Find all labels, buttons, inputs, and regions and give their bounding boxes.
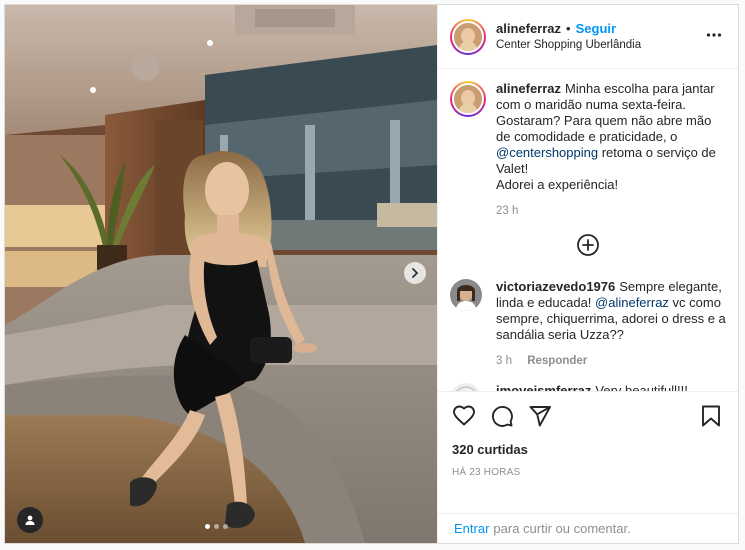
- caption: alineferraz Minha escolha para jantar com…: [450, 81, 726, 219]
- caption-time[interactable]: 23 h: [496, 205, 518, 217]
- comment-avatar[interactable]: [450, 383, 482, 391]
- carousel-dot: [223, 524, 228, 529]
- comment: victoriazevedo1976 Sempre elegante, linda…: [450, 279, 726, 369]
- carousel-indicator: [205, 524, 228, 529]
- comment-icon: [491, 405, 513, 427]
- comment-time[interactable]: 3 h: [496, 355, 512, 367]
- save-button[interactable]: [700, 404, 722, 428]
- user-icon: [25, 515, 35, 525]
- separator-bullet: •: [566, 20, 571, 36]
- caption-text: Adorei a experiência!: [496, 177, 619, 192]
- comment-text: Very beautifull!!!: [595, 383, 688, 391]
- comment-mention[interactable]: @alineferraz: [595, 295, 669, 310]
- comment-button[interactable]: [490, 404, 514, 428]
- login-prompt-text: para curtir ou comentar.: [493, 521, 631, 536]
- comment-avatar[interactable]: [450, 279, 482, 311]
- share-button[interactable]: [528, 404, 552, 428]
- caption-username[interactable]: alineferraz: [496, 81, 561, 96]
- caption-mention[interactable]: @centershopping: [496, 145, 598, 160]
- follow-button[interactable]: Seguir: [576, 20, 616, 37]
- comment-username[interactable]: victoriazevedo1976: [496, 279, 615, 294]
- avatar-image: [454, 22, 482, 51]
- post-card: alineferraz • Seguir Center Shopping Ube…: [4, 4, 739, 544]
- post-location[interactable]: Center Shopping Uberlândia: [496, 37, 641, 54]
- more-options-button[interactable]: [706, 27, 722, 48]
- send-icon: [529, 406, 551, 427]
- plus-circle-icon: [577, 234, 599, 256]
- avatar-image: [450, 383, 482, 391]
- chevron-right-icon: [412, 268, 419, 278]
- heart-icon: [453, 405, 475, 426]
- login-link[interactable]: Entrar: [454, 521, 489, 536]
- carousel-next-button[interactable]: [404, 262, 426, 284]
- post-side-panel: alineferraz • Seguir Center Shopping Ube…: [437, 5, 738, 543]
- post-header: alineferraz • Seguir Center Shopping Ube…: [438, 5, 738, 69]
- carousel-dot: [214, 524, 219, 529]
- avatar-image: [454, 85, 482, 113]
- avatar-image: [450, 279, 482, 311]
- like-button[interactable]: [452, 404, 476, 428]
- likes-count[interactable]: 320 curtidas: [452, 442, 722, 457]
- comment: imoveismferraz Very beautifull!!!: [450, 383, 726, 391]
- author-username[interactable]: alineferraz: [496, 20, 561, 37]
- post-actions: 320 curtidas HÁ 23 HORAS: [438, 391, 738, 513]
- more-horizontal-icon: [706, 33, 722, 37]
- comments-list[interactable]: alineferraz Minha escolha para jantar com…: [438, 69, 738, 391]
- login-prompt: Entrar para curtir ou comentar.: [438, 513, 738, 543]
- reply-button[interactable]: Responder: [527, 355, 587, 367]
- author-avatar[interactable]: [450, 18, 486, 55]
- user-tags-button[interactable]: [17, 507, 43, 533]
- load-more-comments-button[interactable]: [450, 233, 726, 257]
- post-photo[interactable]: [5, 5, 437, 543]
- bookmark-icon: [702, 405, 720, 427]
- caption-avatar[interactable]: [450, 81, 486, 117]
- comment-username[interactable]: imoveismferraz: [496, 383, 591, 391]
- post-timestamp[interactable]: HÁ 23 HORAS: [452, 467, 722, 478]
- carousel-dot: [205, 524, 210, 529]
- photo-image: [5, 5, 437, 543]
